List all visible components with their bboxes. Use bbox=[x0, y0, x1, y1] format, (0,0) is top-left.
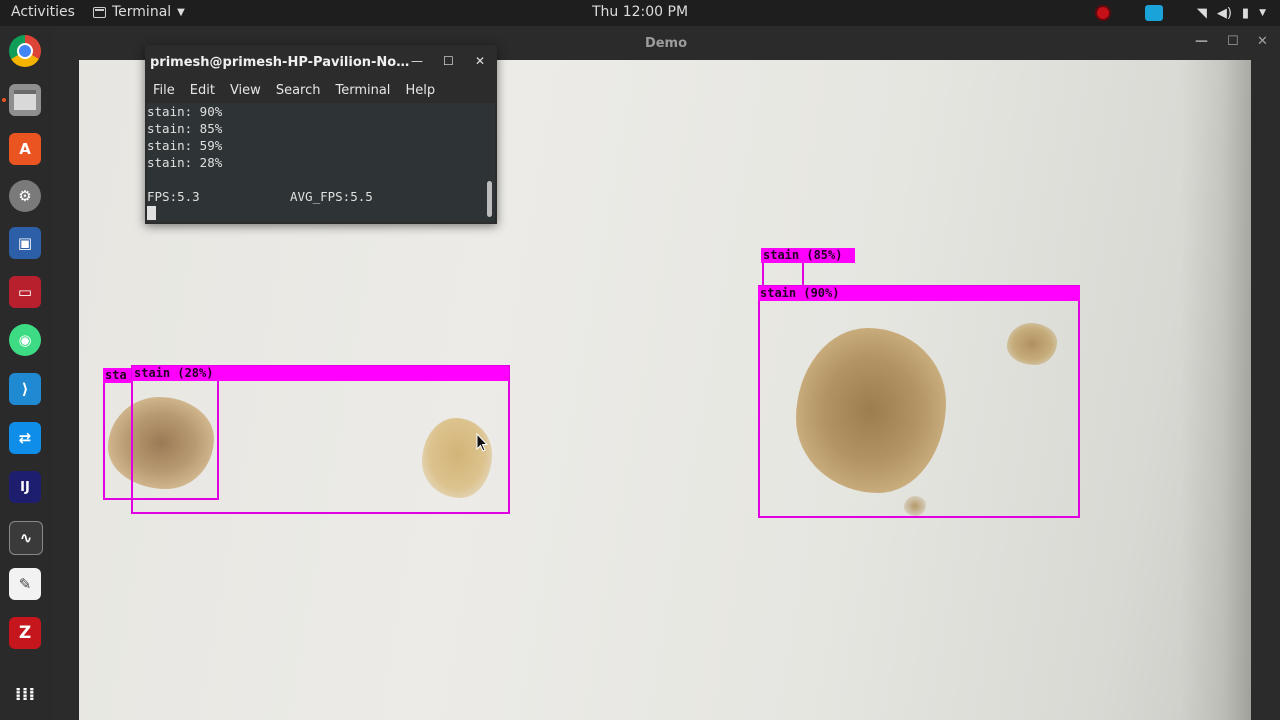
show-apps-icon[interactable]: ⁞⁞⁞ bbox=[9, 678, 41, 710]
menu-view[interactable]: View bbox=[222, 79, 268, 103]
volume-icon[interactable]: ◀) bbox=[1217, 6, 1232, 21]
system-tray: ◥ ◀) ▮ ▼ bbox=[1094, 2, 1266, 24]
app-icon[interactable]: ▭ bbox=[9, 276, 41, 308]
virtualbox-icon[interactable]: ▣ bbox=[9, 227, 41, 259]
close-icon[interactable]: ✕ bbox=[1257, 34, 1268, 49]
detection-box-28 bbox=[131, 365, 510, 514]
software-center-icon[interactable]: A bbox=[9, 133, 41, 165]
chrome-icon[interactable] bbox=[9, 35, 41, 67]
app-menu-label: Terminal bbox=[112, 4, 172, 20]
teamviewer-icon[interactable]: ⇄ bbox=[9, 422, 41, 454]
detection-label-90: stain (90%) bbox=[758, 286, 1080, 301]
android-studio-icon[interactable]: ◉ bbox=[9, 324, 41, 356]
clock-label[interactable]: Thu 12:00 PM bbox=[592, 4, 688, 20]
text-cursor bbox=[147, 206, 156, 220]
detection-label-28: stain (28%) bbox=[132, 366, 509, 381]
terminal-menubar: File Edit View Search Terminal Help bbox=[145, 79, 497, 103]
mouse-cursor-icon bbox=[476, 432, 489, 453]
record-icon[interactable] bbox=[1094, 5, 1111, 21]
output-line: stain: 59% bbox=[147, 138, 223, 153]
output-line: stain: 85% bbox=[147, 121, 223, 136]
chevron-down-icon: ▼ bbox=[177, 6, 185, 18]
output-line: stain: 90% bbox=[147, 104, 223, 119]
maximize-icon[interactable]: ☐ bbox=[443, 54, 454, 68]
output-line: stain: 28% bbox=[147, 155, 223, 170]
menu-help[interactable]: Help bbox=[397, 79, 442, 103]
chevron-down-icon[interactable]: ▼ bbox=[1259, 8, 1266, 18]
filezilla-icon[interactable]: Z bbox=[9, 617, 41, 649]
activities-button[interactable]: Activities bbox=[11, 4, 75, 20]
vscode-icon[interactable]: ⟩ bbox=[9, 373, 41, 405]
terminal-icon bbox=[93, 6, 106, 18]
top-bar: Activities Terminal ▼ Thu 12:00 PM ◥ ◀) … bbox=[0, 0, 1280, 26]
dock: A ⚙ ▣ ▭ ◉ ⟩ ⇄ IJ ∿ ✎ Z ⁞⁞⁞ bbox=[0, 26, 52, 720]
avg-fps-readout: AVG_FPS:5.5 bbox=[290, 189, 373, 204]
text-editor-icon[interactable]: ✎ bbox=[9, 568, 41, 600]
menu-file[interactable]: File bbox=[145, 79, 182, 103]
fabric-shadow bbox=[1181, 60, 1251, 720]
intellij-icon[interactable]: IJ bbox=[9, 471, 41, 503]
maximize-icon[interactable]: ☐ bbox=[1227, 34, 1239, 49]
terminal-output[interactable]: stain: 90% stain: 85% stain: 59% stain: … bbox=[147, 103, 495, 222]
menu-search[interactable]: Search bbox=[268, 79, 328, 103]
detection-box-90 bbox=[758, 285, 1080, 518]
menu-edit[interactable]: Edit bbox=[182, 79, 222, 103]
running-indicator bbox=[2, 98, 6, 102]
teamviewer-tray-icon[interactable] bbox=[1144, 5, 1163, 21]
detection-label-85: stain (85%) bbox=[761, 248, 855, 263]
terminal-scrollbar[interactable] bbox=[487, 181, 492, 217]
terminal-title: primesh@primesh-HP-Pavilion-Note... bbox=[150, 55, 412, 70]
system-monitor-icon[interactable]: ∿ bbox=[9, 521, 43, 555]
minimize-icon[interactable]: — bbox=[1195, 34, 1208, 49]
close-icon[interactable]: ✕ bbox=[475, 54, 485, 68]
menu-terminal[interactable]: Terminal bbox=[327, 79, 397, 103]
battery-icon[interactable]: ▮ bbox=[1242, 6, 1249, 21]
minimize-icon[interactable]: — bbox=[411, 54, 423, 68]
wifi-icon[interactable]: ◥ bbox=[1197, 6, 1207, 21]
settings-icon[interactable]: ⚙ bbox=[9, 180, 41, 212]
clock: Thu 12:00 PM bbox=[0, 4, 1280, 20]
app-menu[interactable]: Terminal ▼ bbox=[93, 4, 185, 20]
detection-label-left: sta bbox=[103, 368, 133, 383]
files-icon[interactable] bbox=[9, 84, 41, 116]
terminal-window[interactable]: primesh@primesh-HP-Pavilion-Note... — ☐ … bbox=[145, 45, 497, 224]
fps-readout: FPS:5.3 bbox=[147, 189, 200, 204]
